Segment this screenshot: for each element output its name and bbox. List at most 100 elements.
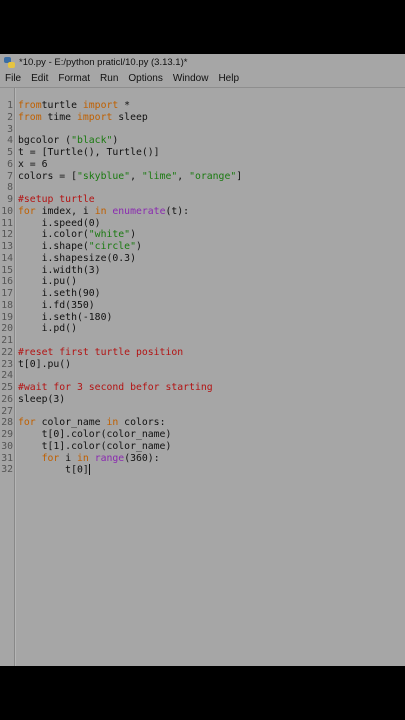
- line-number: 25: [1, 382, 13, 393]
- line-number: 17: [1, 288, 13, 299]
- line-number-gutter: 1 2 3 4 5 6 7 8 9 10 11 12 13 14 15 16 17 18 19 20 21 22 23 24 2…: [0, 88, 15, 666]
- code-token: for: [18, 205, 36, 217]
- code-token: (360):: [124, 452, 160, 464]
- code-token: i.color(: [18, 229, 89, 241]
- code-token: t = [Turtle(), Turtle()]: [18, 147, 160, 158]
- line-number: 31: [1, 452, 13, 464]
- menu-file[interactable]: File: [0, 71, 26, 87]
- line-number: 22: [1, 346, 13, 358]
- menu-format[interactable]: Format: [53, 71, 95, 87]
- code-token: (t):: [165, 205, 190, 217]
- code-token: sleep(3): [18, 393, 66, 405]
- code-token: in: [106, 417, 119, 429]
- code-token: ): [135, 241, 142, 252]
- code-token: t[0].color(color_name): [18, 429, 172, 440]
- code-token: imdex, i: [35, 205, 95, 217]
- code-token: #reset first turtle position: [18, 346, 184, 358]
- menu-run[interactable]: Run: [95, 71, 123, 87]
- code-token: i.shapesize(0.3): [18, 252, 136, 264]
- line-number: 2: [7, 111, 13, 123]
- menu-options[interactable]: Options: [123, 71, 167, 87]
- line-number: 14: [1, 252, 13, 264]
- line-number: 1: [7, 100, 13, 111]
- code-token: i.pd(): [18, 323, 77, 335]
- code-token: range: [94, 452, 125, 464]
- code-token: from: [18, 100, 42, 111]
- line-number: 23: [1, 358, 13, 370]
- line-number: 21: [1, 335, 13, 346]
- code-token: i.speed(0): [18, 217, 101, 229]
- code-token: from: [18, 111, 42, 123]
- code-token: #wait for 3 second befor starting: [18, 382, 213, 393]
- line-number: 27: [1, 405, 13, 417]
- code-token: ,: [130, 170, 142, 182]
- code-token: ,: [177, 170, 190, 182]
- line-number: 12: [1, 229, 13, 241]
- code-token: turtle: [41, 100, 83, 111]
- code-token: enumerate: [112, 205, 166, 217]
- code-token: "skyblue": [76, 170, 131, 182]
- line-number: 30: [1, 440, 13, 452]
- code-token: #setup turtle: [18, 194, 95, 205]
- line-number: 8: [7, 182, 13, 194]
- line-number: 24: [1, 370, 13, 382]
- code-token: for: [41, 452, 60, 464]
- line-number: 15: [1, 264, 13, 276]
- window-title: *10.py - E:/python praticl/10.py (3.13.1…: [19, 57, 188, 68]
- code-token: color_name: [35, 417, 107, 429]
- line-number: 3: [7, 123, 13, 135]
- code-token: t[1].color(color_name): [18, 440, 172, 452]
- code-token: time: [41, 111, 77, 123]
- idle-editor-window: *10.py - E:/python praticl/10.py (3.13.1…: [0, 54, 405, 666]
- line-number: 10: [1, 205, 13, 217]
- code-token: ]: [236, 170, 243, 182]
- code-token: in: [77, 452, 89, 464]
- line-number: 28: [1, 417, 13, 429]
- code-token: for: [18, 417, 36, 429]
- code-token: sleep: [112, 111, 148, 123]
- title-bar: *10.py - E:/python praticl/10.py (3.13.1…: [0, 54, 405, 71]
- code-token: "white": [88, 229, 131, 241]
- code-token: ): [112, 135, 119, 147]
- line-number: 16: [1, 276, 13, 288]
- line-number: 7: [7, 170, 13, 182]
- code-text-area[interactable]: fromturtle import * from time import slee…: [15, 88, 405, 666]
- code-token: i.seth(-180): [18, 311, 113, 323]
- line-number: 20: [1, 323, 13, 335]
- line-number: 18: [1, 299, 13, 311]
- code-token: "black": [71, 135, 113, 147]
- code-token: i: [59, 452, 77, 464]
- menu-window[interactable]: Window: [168, 71, 214, 87]
- code-token: "circle": [88, 241, 136, 252]
- line-number: 6: [7, 158, 13, 170]
- line-number: 4: [7, 135, 13, 147]
- line-number: 9: [7, 194, 13, 205]
- code-token: i.pu(): [18, 276, 77, 288]
- python-logo-icon: [4, 57, 15, 68]
- code-token: x = 6: [18, 158, 48, 170]
- code-token: in: [94, 205, 107, 217]
- code-token: colors:: [118, 417, 166, 429]
- code-editor[interactable]: 1 2 3 4 5 6 7 8 9 10 11 12 13 14 15 16 17 18 19 20 21 22 23 24 2…: [0, 88, 405, 666]
- menu-help[interactable]: Help: [213, 71, 244, 87]
- code-token: *: [118, 100, 131, 111]
- line-number: 11: [1, 217, 13, 229]
- menu-edit[interactable]: Edit: [26, 71, 53, 87]
- code-token: colors = [: [18, 170, 77, 182]
- line-number: 13: [1, 241, 13, 252]
- line-number: 32: [1, 464, 13, 476]
- code-token: import: [76, 111, 113, 123]
- code-token: i.shape(: [18, 241, 89, 252]
- code-token: i.fd(350): [18, 299, 95, 311]
- menu-bar: File Edit Format Run Options Window Help: [0, 71, 405, 88]
- text-cursor: [88, 464, 90, 476]
- code-token: ): [130, 229, 136, 241]
- code-token: i.seth(90): [18, 288, 101, 299]
- code-token: t[0].pu(): [18, 358, 72, 370]
- line-number: 5: [7, 147, 13, 158]
- code-token: "orange": [189, 170, 237, 182]
- line-number: 29: [1, 429, 13, 440]
- code-token: bgcolor (: [18, 135, 72, 147]
- code-token: "lime": [141, 170, 178, 182]
